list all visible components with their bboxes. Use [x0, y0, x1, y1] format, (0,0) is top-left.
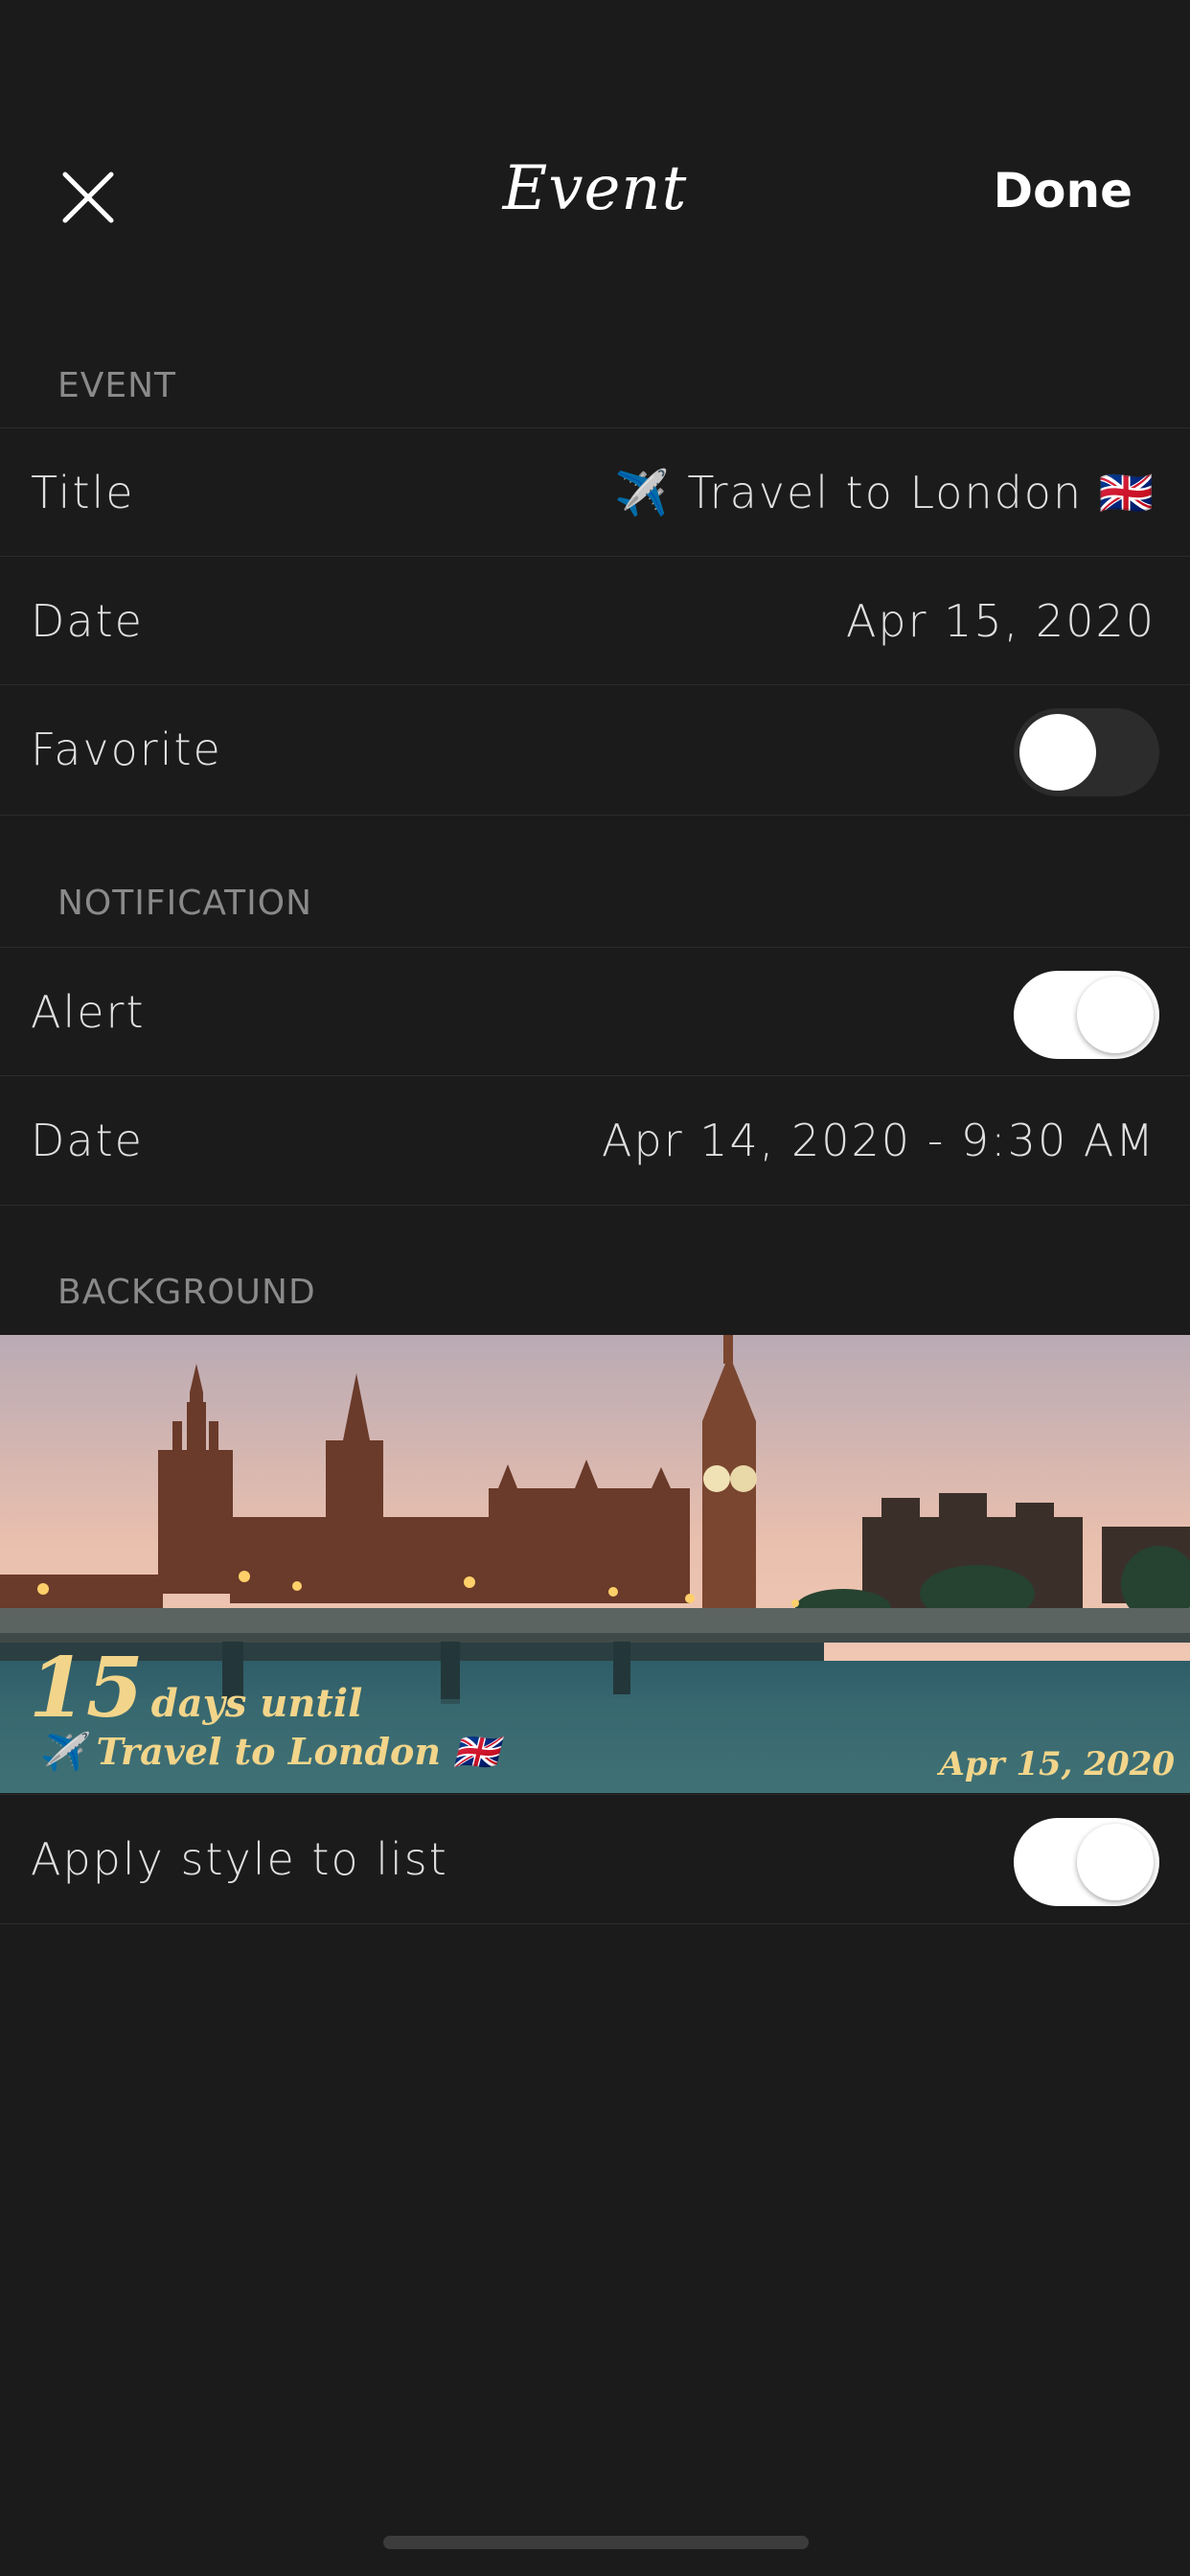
- divider: [0, 1205, 1190, 1206]
- alert-label: Alert: [31, 986, 146, 1038]
- favorite-label: Favorite: [31, 724, 222, 775]
- toggle-knob: [1077, 1824, 1154, 1900]
- home-indicator: [383, 2536, 809, 2549]
- background-image-preview[interactable]: 15 days until ✈️ Travel to London 🇬🇧 Apr …: [0, 1335, 1190, 1793]
- days-until-label: days until: [150, 1681, 363, 1726]
- favorite-row: Favorite: [0, 684, 1190, 813]
- apply-style-label: Apply style to list: [31, 1833, 448, 1885]
- overlay-event-date: Apr 15, 2020: [939, 1745, 1175, 1783]
- alert-row: Alert: [0, 947, 1190, 1075]
- done-button[interactable]: Done: [994, 163, 1133, 218]
- overlay-event-title: ✈️ Travel to London 🇬🇧: [38, 1730, 499, 1773]
- event-date-value: Apr 15, 2020: [845, 595, 1156, 647]
- notification-date-value: Apr 14, 2020 - 9:30 AM: [602, 1115, 1156, 1166]
- section-header-event: EVENT: [57, 366, 177, 405]
- notification-date-row[interactable]: Date Apr 14, 2020 - 9:30 AM: [0, 1075, 1190, 1204]
- divider: [0, 1923, 1190, 1924]
- apply-style-toggle[interactable]: [1014, 1818, 1159, 1906]
- favorite-toggle[interactable]: [1014, 708, 1159, 796]
- divider: [0, 815, 1190, 816]
- title-row[interactable]: Title ✈️ Travel to London 🇬🇧: [0, 427, 1190, 556]
- apply-style-row: Apply style to list: [0, 1794, 1190, 1922]
- toggle-knob: [1077, 977, 1154, 1053]
- days-count: 15: [29, 1640, 144, 1736]
- event-date-row[interactable]: Date Apr 15, 2020: [0, 556, 1190, 684]
- days-until-overlay: 15 days until: [29, 1640, 362, 1736]
- alert-toggle[interactable]: [1014, 971, 1159, 1059]
- toggle-knob: [1019, 714, 1096, 791]
- event-date-label: Date: [31, 595, 144, 647]
- section-header-notification: NOTIFICATION: [57, 884, 313, 923]
- title-value: ✈️ Travel to London 🇬🇧: [614, 467, 1156, 518]
- section-header-background: BACKGROUND: [57, 1273, 316, 1312]
- navigation-bar: Event Done: [0, 134, 1190, 249]
- notification-date-label: Date: [31, 1115, 144, 1166]
- title-label: Title: [31, 467, 135, 518]
